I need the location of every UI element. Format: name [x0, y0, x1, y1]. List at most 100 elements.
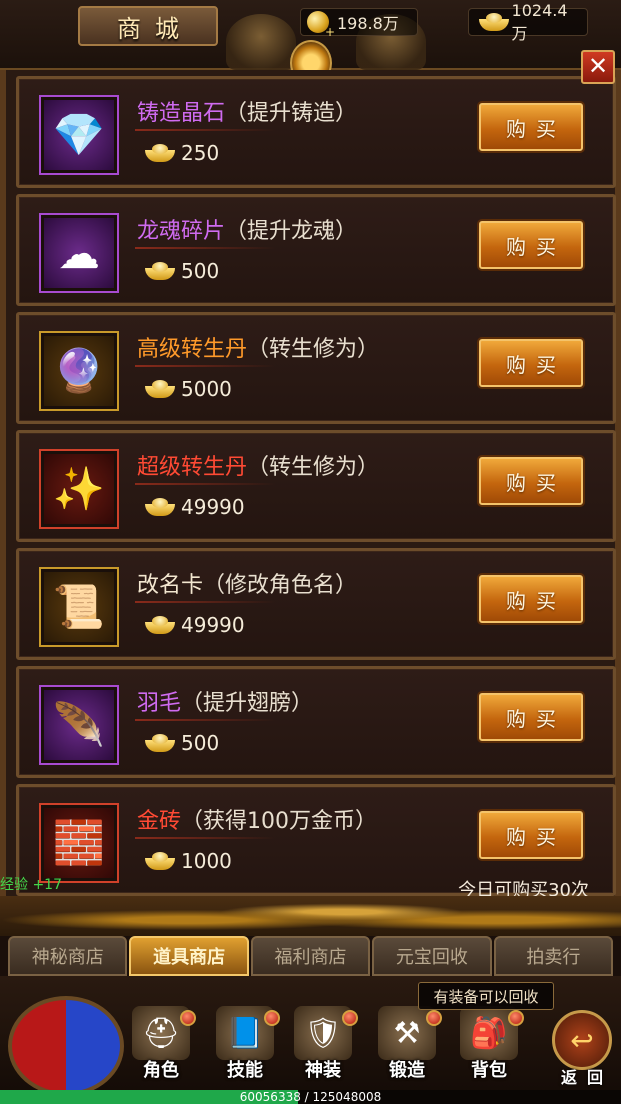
item-glyph: 📜: [52, 582, 106, 631]
shop-item-row: 📜 改名卡（修改角色名） 49990 购买: [16, 548, 616, 660]
rename-card-icon[interactable]: 📜: [41, 569, 117, 645]
name-underline: [135, 365, 275, 367]
buy-button[interactable]: 购买: [479, 575, 583, 623]
character-button[interactable]: ⛑ 角色: [126, 1006, 196, 1086]
gold-brick-icon[interactable]: 🧱: [41, 805, 117, 881]
close-button[interactable]: ✕: [581, 50, 615, 84]
exp-bar-text: 60056338 / 125048008: [239, 1090, 382, 1104]
shop-item-row: 💎 铸造晶石（提升铸造） 250 购买: [16, 76, 616, 188]
name-underline: [135, 247, 275, 249]
name-underline: [135, 601, 275, 603]
name-underline: [135, 483, 275, 485]
ingot-icon: [141, 496, 179, 518]
name-underline: [135, 837, 275, 839]
item-price-value: 49990: [181, 613, 245, 637]
item-title: 铸造晶石（提升铸造）: [137, 95, 357, 127]
tab-ingot-recycle[interactable]: 元宝回收: [372, 936, 492, 976]
item-desc: （修改角色名）: [203, 573, 358, 598]
buy-button[interactable]: 购买: [479, 693, 583, 741]
shop-tabs: 神秘商店 道具商店 福利商店 元宝回收 拍卖行: [8, 936, 614, 976]
recycle-tooltip: 有装备可以回收: [418, 982, 554, 1010]
super-pill-icon[interactable]: ✨: [41, 451, 117, 527]
item-name: 改名卡: [137, 573, 204, 598]
name-underline: [135, 129, 275, 131]
item-desc: （提升龙魂）: [225, 219, 358, 244]
item-glyph: 🪶: [52, 700, 106, 749]
ingot-amount: 1024.4万: [511, 0, 568, 43]
purple-pill-icon[interactable]: 🔮: [41, 333, 117, 409]
item-price-value: 500: [181, 259, 220, 283]
buy-button[interactable]: 购买: [479, 457, 583, 505]
hp-mp-orb: [8, 996, 124, 1096]
feather-icon[interactable]: 🪶: [41, 687, 117, 763]
top-header: 商城 198.8万 1024.4万: [0, 0, 621, 86]
divine-gear-button[interactable]: 🛡 神装: [288, 1006, 358, 1086]
shop-title: 商城: [117, 14, 193, 43]
tab-mystery-shop[interactable]: 神秘商店: [8, 936, 128, 976]
notification-dot-icon: [264, 1010, 280, 1026]
gold-pile-decoration: [0, 896, 621, 936]
item-glyph: 🧱: [52, 818, 106, 867]
item-desc: （获得100万金币）: [181, 809, 378, 834]
item-price: 49990: [141, 495, 245, 519]
item-price: 500: [141, 731, 219, 755]
item-price-value: 5000: [181, 377, 232, 401]
item-price: 500: [141, 259, 219, 283]
buy-button[interactable]: 购买: [479, 103, 583, 151]
dragon-soul-icon[interactable]: ☁: [41, 215, 117, 291]
item-title: 高级转生丹（转生修为）: [137, 331, 379, 363]
skill-label: 技能: [227, 1060, 263, 1081]
return-label: 返回: [560, 1068, 613, 1087]
item-price: 5000: [141, 377, 232, 401]
tab-item-shop[interactable]: 道具商店: [129, 936, 249, 976]
skill-button[interactable]: 📘 技能: [210, 1006, 280, 1086]
item-title: 金砖（获得100万金币）: [137, 803, 377, 835]
tab-welfare-shop[interactable]: 福利商店: [250, 936, 371, 976]
buy-button[interactable]: 购买: [479, 339, 583, 387]
item-name: 高级转生丹: [137, 337, 248, 362]
item-desc: （转生修为）: [247, 455, 380, 480]
item-list[interactable]: 💎 铸造晶石（提升铸造） 250 购买 ☁ 龙魂碎片（提升龙魂） 500 购买 …: [0, 70, 621, 910]
item-title: 改名卡（修改角色名）: [137, 567, 357, 599]
backpack-button[interactable]: 🎒 背包: [454, 1006, 524, 1086]
item-glyph: ✨: [52, 464, 106, 513]
item-desc: （提升铸造）: [225, 101, 358, 126]
notification-dot-icon: [508, 1010, 524, 1026]
notification-dot-icon: [180, 1010, 196, 1026]
gold-coin-balance[interactable]: 198.8万: [300, 8, 418, 39]
dragon-ornament-left-icon: [226, 14, 296, 70]
ingot-icon: [475, 11, 510, 33]
ingot-icon: [141, 142, 179, 164]
crystal-icon[interactable]: 💎: [41, 97, 117, 173]
notification-dot-icon: [426, 1010, 442, 1026]
exp-bar: 60056338 / 125048008: [0, 1090, 621, 1104]
return-button[interactable]: ↩ 返回: [548, 1010, 616, 1092]
return-arrow-icon: ↩: [552, 1010, 612, 1070]
item-price-value: 250: [181, 141, 220, 165]
forge-button[interactable]: ⚒ 锻造: [372, 1006, 442, 1086]
item-desc: （提升翅膀）: [181, 691, 314, 716]
ingot-icon: [141, 378, 179, 400]
item-title: 龙魂碎片（提升龙魂）: [137, 213, 357, 245]
buy-button[interactable]: 购买: [479, 221, 583, 269]
character-label: 角色: [143, 1060, 179, 1081]
item-glyph: ☁: [58, 228, 100, 278]
item-price: 1000: [141, 849, 232, 873]
ingot-icon: [141, 850, 179, 872]
shop-item-row: 🔮 高级转生丹（转生修为） 5000 购买: [16, 312, 616, 424]
gold-coin-icon: [307, 11, 335, 39]
ingot-icon: [141, 260, 179, 282]
item-desc: （转生修为）: [247, 337, 380, 362]
ingot-icon: [141, 614, 179, 636]
buy-button[interactable]: 购买: [479, 811, 583, 859]
tab-auction-house[interactable]: 拍卖行: [493, 936, 614, 976]
item-name: 超级转生丹: [137, 455, 248, 480]
ingot-balance[interactable]: 1024.4万: [468, 1, 588, 43]
divine-gear-label: 神装: [305, 1060, 341, 1081]
shop-item-row: ✨ 超级转生丹（转生修为） 49990 购买: [16, 430, 616, 542]
shop-item-row: ☁ 龙魂碎片（提升龙魂） 500 购买: [16, 194, 616, 306]
shop-title-plate: 商城: [78, 6, 218, 46]
item-glyph: 🔮: [52, 346, 106, 395]
exp-gain-text: 经验 +17: [0, 877, 62, 893]
forge-label: 锻造: [389, 1060, 425, 1081]
